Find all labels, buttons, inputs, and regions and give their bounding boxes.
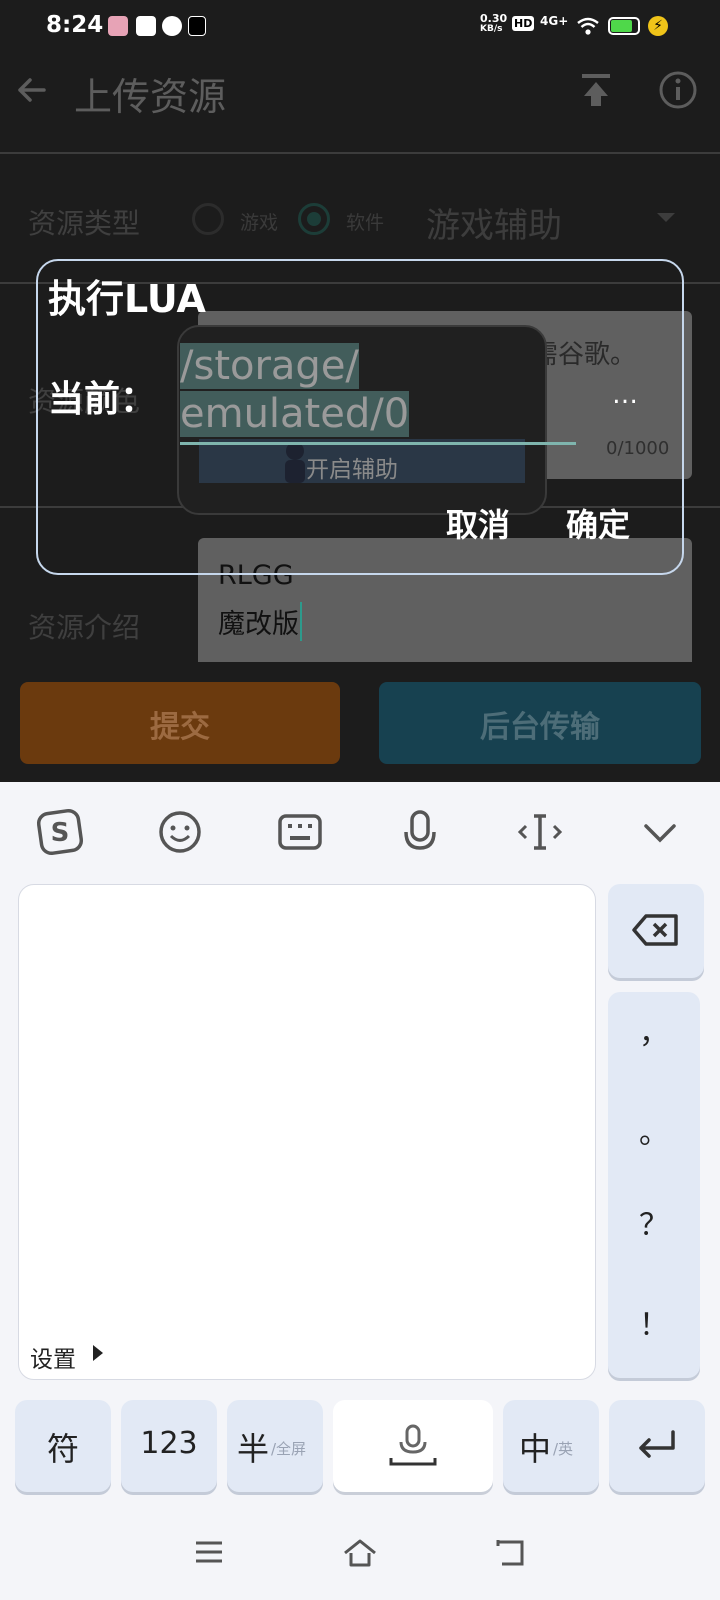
path-line1: /storage/ (180, 343, 359, 389)
signal-icon: 4G+ (540, 14, 569, 28)
symbol-key[interactable]: 符 (15, 1400, 111, 1492)
home-nav-icon[interactable] (342, 1538, 378, 1568)
cursor-move-icon[interactable] (516, 808, 564, 856)
vivo-icon (136, 16, 156, 36)
backspace-key[interactable] (608, 884, 704, 978)
english-sub: /英 (553, 1440, 574, 1458)
divider (0, 152, 720, 154)
battery-icon (608, 17, 640, 35)
emoji-icon[interactable] (156, 808, 204, 856)
net-speed: 0.30 KB/s (480, 12, 508, 34)
numbers-key-label: 123 (140, 1426, 198, 1461)
status-time: 8:24 (46, 12, 104, 38)
space-key[interactable] (333, 1400, 493, 1492)
path-input-underline (180, 442, 576, 445)
half-width-sub: /全屏 (271, 1440, 307, 1458)
chinese-english-key[interactable]: 中 /英 (503, 1400, 599, 1492)
category-dropdown-value[interactable]: 游戏辅助 (426, 198, 562, 247)
punct-period-key[interactable]: 。 (608, 1108, 700, 1152)
link-icon (162, 16, 182, 36)
resource-type-label: 资源类型 (28, 207, 141, 240)
svg-text:S: S (51, 818, 70, 848)
info-icon[interactable] (658, 70, 698, 110)
radio-software[interactable] (298, 203, 330, 235)
dialog-title: 执行LUA (48, 277, 206, 321)
sogou-logo-icon[interactable]: S (36, 808, 84, 856)
tiktok-icon (188, 16, 206, 36)
chinese-label: 中 (519, 1430, 552, 1468)
current-path-label: 当前： (48, 379, 157, 420)
background-transfer-label: 后台传输 (480, 710, 600, 745)
microphone-icon[interactable] (396, 808, 444, 856)
submit-button[interactable]: 提交 (20, 682, 340, 764)
settings-link[interactable]: 设置 (30, 1340, 76, 1374)
back-arrow-icon[interactable] (14, 72, 50, 108)
backspace-icon (632, 914, 678, 946)
chevron-down-icon[interactable] (656, 212, 676, 224)
hd-icon: HD (512, 16, 535, 31)
charging-icon: ⚡ (648, 16, 668, 36)
enter-key[interactable] (609, 1400, 705, 1492)
resource-intro-label: 资源介绍 (28, 611, 141, 644)
punct-exclaim-key[interactable]: ！ (608, 1300, 700, 1344)
enter-icon (639, 1430, 675, 1458)
cancel-button[interactable]: 取消 (446, 500, 510, 546)
path-line2: emulated/0 (180, 391, 410, 437)
punct-comma-key[interactable]: ， (608, 1008, 700, 1052)
confirm-button[interactable]: 确定 (566, 500, 630, 546)
half-width-key[interactable]: 半 /全屏 (227, 1400, 323, 1492)
path-input[interactable]: /storage/ emulated/0 (180, 342, 572, 438)
radio-software-label: 软件 (346, 212, 385, 234)
voice-space-icon (389, 1424, 437, 1466)
menu-nav-icon[interactable] (194, 1538, 224, 1566)
background-transfer-button[interactable]: 后台传输 (379, 682, 701, 764)
wifi-icon (577, 17, 599, 35)
collapse-keyboard-icon[interactable] (636, 808, 684, 856)
punct-question-key[interactable]: ？ (608, 1200, 700, 1244)
page-title: 上传资源 (74, 75, 227, 119)
symbol-key-label: 符 (46, 1430, 79, 1468)
half-width-label: 半 (237, 1430, 270, 1468)
keyboard-layout-icon[interactable] (276, 808, 324, 856)
intro-text-line2: 魔改版 (218, 602, 302, 641)
numbers-key[interactable]: 123 (121, 1400, 217, 1492)
back-nav-icon[interactable] (494, 1538, 526, 1568)
upload-icon[interactable] (578, 70, 614, 110)
thumbnail-caption: 开启辅助 (306, 457, 398, 483)
radio-game-label: 游戏 (240, 212, 279, 234)
radio-game[interactable] (192, 203, 224, 235)
handwriting-pad[interactable] (18, 884, 596, 1380)
play-triangle-icon (93, 1345, 103, 1361)
app-screen: 8:24 0.30 KB/s HD 4G+ ⚡ 上传资源 资源类型 游戏 软件 … (0, 0, 720, 782)
app-notification-icon (108, 16, 128, 36)
submit-button-label: 提交 (150, 710, 210, 745)
